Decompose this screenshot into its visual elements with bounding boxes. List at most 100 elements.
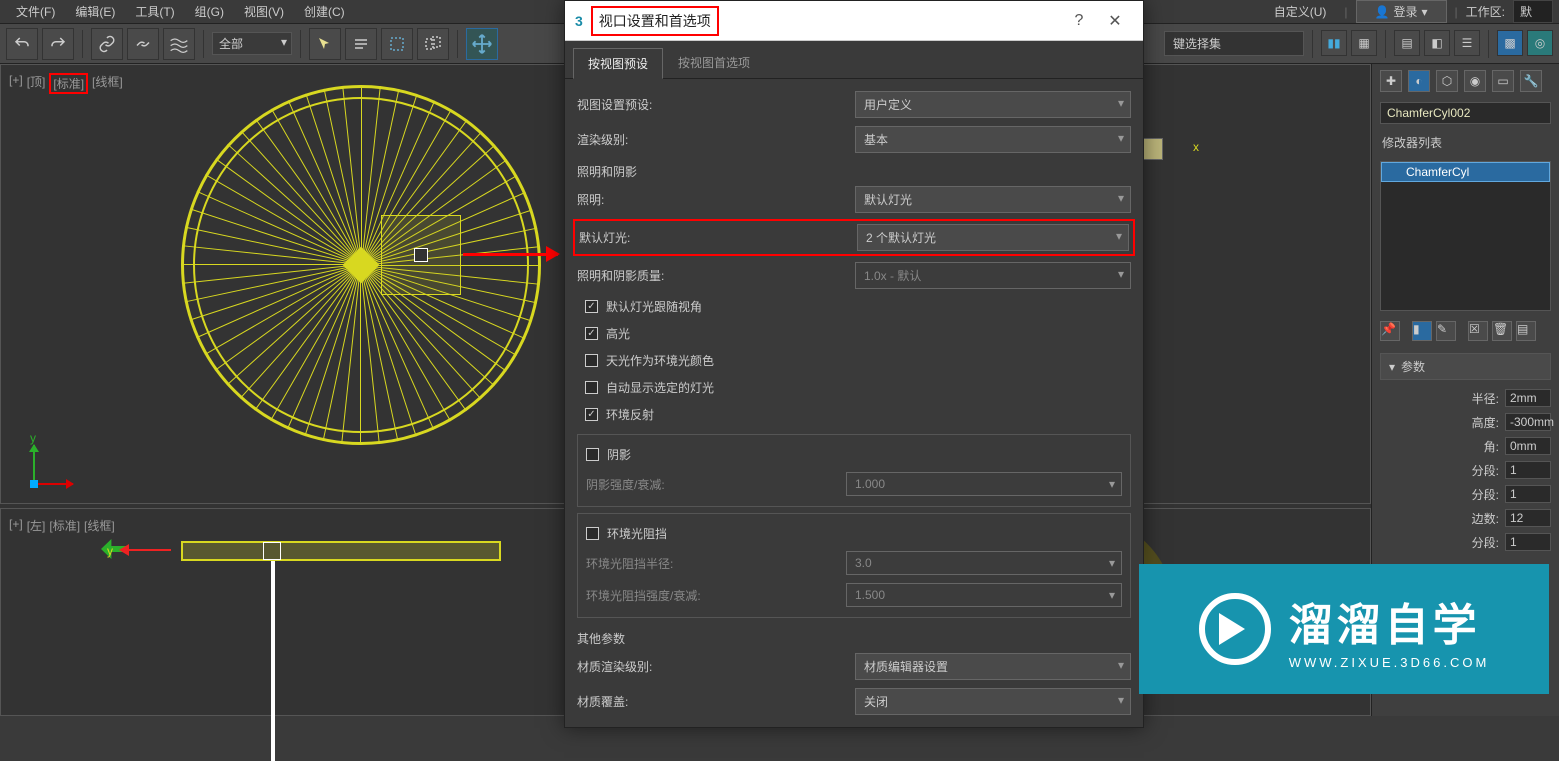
select-mat-render[interactable]: 材质编辑器设置: [855, 653, 1131, 680]
layer-manager-button[interactable]: ☰: [1454, 30, 1480, 56]
menu-divider: |: [1344, 5, 1347, 19]
material-editor-button[interactable]: ◧: [1424, 30, 1450, 56]
rollout-params-body: 半径:2mm 高度:-300mm 角:0mm 分段:1 分段:1 边数:12 分…: [1372, 380, 1559, 560]
window-crossing-button[interactable]: [417, 28, 449, 60]
toolbar-sep-3: [300, 30, 301, 58]
menu-tools[interactable]: 工具(T): [125, 0, 184, 23]
vp-left-wire[interactable]: [线框]: [84, 517, 115, 534]
curve-editor-button[interactable]: ▦: [1351, 30, 1377, 56]
checkbox-ao[interactable]: [586, 527, 599, 540]
render-frame-button[interactable]: ◎: [1527, 30, 1553, 56]
rect-select-button[interactable]: [381, 28, 413, 60]
modifier-stack[interactable]: ChamferCyl: [1380, 161, 1551, 311]
create-tab-icon[interactable]: ✚: [1380, 70, 1402, 92]
viewport-top-label[interactable]: [+] [顶] [标准] [线框]: [9, 73, 123, 94]
selection-filter-dropdown[interactable]: 全部: [212, 32, 292, 55]
select-ao-radius[interactable]: 3.0: [846, 551, 1122, 575]
param-height-value[interactable]: -300mm: [1505, 413, 1551, 431]
bind-spacewarp-button[interactable]: [163, 28, 195, 60]
vp-left-view[interactable]: [左]: [27, 517, 46, 534]
param-seg3-value[interactable]: 1: [1505, 533, 1551, 551]
workspace-value[interactable]: 默: [1513, 0, 1553, 23]
redo-button[interactable]: [42, 28, 74, 60]
modify-tab-icon[interactable]: ◐: [1408, 70, 1430, 92]
dialog-help-button[interactable]: ?: [1061, 12, 1097, 30]
show-end-result-icon[interactable]: ▮: [1412, 321, 1432, 341]
display-tab-icon[interactable]: ▭: [1492, 70, 1514, 92]
pin-stack-icon[interactable]: 📌: [1380, 321, 1400, 341]
vp-top-shading[interactable]: [标准]: [49, 73, 88, 94]
utilities-tab-icon[interactable]: 🔧: [1520, 70, 1542, 92]
named-selection-set-dropdown[interactable]: 键选择集: [1164, 31, 1304, 56]
checkbox-shadows[interactable]: [586, 448, 599, 461]
vp-top-plus[interactable]: [+]: [9, 73, 23, 94]
unlink-button[interactable]: [127, 28, 159, 60]
schematic-view-button[interactable]: ▤: [1394, 30, 1420, 56]
checkbox-autoshow-lights[interactable]: [585, 381, 598, 394]
checkbox-env-reflection[interactable]: [585, 408, 598, 421]
make-unique-icon[interactable]: ✎: [1436, 321, 1456, 341]
dialog-body: 视图设置预设: 用户定义 渲染级别: 基本 照明和阴影 照明: 默认灯光 默认灯…: [565, 79, 1143, 727]
modifier-list-label[interactable]: 修改器列表: [1372, 128, 1559, 157]
select-ao-intensity[interactable]: 1.500: [846, 583, 1122, 607]
select-shadow-intensity[interactable]: 1.000: [846, 472, 1122, 496]
select-object-button[interactable]: [309, 28, 341, 60]
toolbar-sep-r2: [1385, 30, 1386, 58]
configure-sets-icon[interactable]: ▤: [1516, 321, 1536, 341]
dialog-titlebar[interactable]: 3 视口设置和首选项 ? ✕: [565, 1, 1143, 41]
link-button[interactable]: [91, 28, 123, 60]
param-fillet-value[interactable]: 0mm: [1505, 437, 1551, 455]
selection-gizmo-box[interactable]: [381, 215, 461, 295]
tab-view-preset[interactable]: 按视图预设: [573, 48, 663, 79]
param-height-label: 高度:: [1472, 414, 1499, 431]
select-lighting[interactable]: 默认灯光: [855, 186, 1131, 213]
object-name-field[interactable]: ChamferCyl002: [1380, 102, 1551, 124]
label-default-lights: 默认灯光:: [579, 229, 849, 246]
motion-tab-icon[interactable]: ◉: [1464, 70, 1486, 92]
move-tool-button[interactable]: [466, 28, 498, 60]
checkbox-skylight[interactable]: [585, 354, 598, 367]
wheel-object[interactable]: [181, 85, 541, 445]
hierarchy-tab-icon[interactable]: ⬡: [1436, 70, 1458, 92]
rollout-params-header[interactable]: ▾ 参数: [1380, 353, 1551, 380]
post-object[interactable]: [271, 561, 275, 761]
checkbox-follow-view[interactable]: [585, 300, 598, 313]
param-seg1-value[interactable]: 1: [1505, 461, 1551, 479]
param-radius-value[interactable]: 2mm: [1505, 389, 1551, 407]
select-mat-override[interactable]: 关闭: [855, 688, 1131, 715]
select-render-level[interactable]: 基本: [855, 126, 1131, 153]
toggle-ribbon-button[interactable]: ▮▮: [1321, 30, 1347, 56]
side-wheel-object[interactable]: [181, 541, 501, 561]
modifier-stack-item[interactable]: ChamferCyl: [1381, 162, 1550, 182]
param-sides-value[interactable]: 12: [1505, 509, 1551, 527]
undo-button[interactable]: [6, 28, 38, 60]
viewport-left-label[interactable]: [+] [左] [标准] [线框]: [9, 517, 115, 534]
select-light-quality[interactable]: 1.0x - 默认: [855, 262, 1131, 289]
menu-create[interactable]: 创建(C): [294, 0, 355, 23]
vp-top-wire[interactable]: [线框]: [92, 73, 123, 94]
tab-view-prefs[interactable]: 按视图首选项: [663, 47, 765, 78]
menu-file[interactable]: 文件(F): [6, 0, 65, 23]
menu-views[interactable]: 视图(V): [234, 0, 294, 23]
menu-edit[interactable]: 编辑(E): [65, 0, 125, 23]
rollout-toggle-icon: ▾: [1389, 360, 1395, 374]
menu-group[interactable]: 组(G): [185, 0, 234, 23]
dialog-close-button[interactable]: ✕: [1097, 11, 1133, 31]
select-view-preset[interactable]: 用户定义: [855, 91, 1131, 118]
checkbox-highlights[interactable]: [585, 327, 598, 340]
label-chk-follow: 默认灯光跟随视角: [606, 298, 702, 315]
remove-modifier-icon[interactable]: ☒: [1468, 321, 1488, 341]
trash-icon[interactable]: 🗑: [1492, 321, 1512, 341]
param-seg2-label: 分段:: [1472, 486, 1499, 503]
select-by-name-button[interactable]: [345, 28, 377, 60]
app-3-icon: 3: [575, 13, 583, 29]
vp-left-plus[interactable]: [+]: [9, 517, 23, 534]
login-button[interactable]: 👤 登录 ▾: [1356, 0, 1447, 23]
param-seg2-value[interactable]: 1: [1505, 485, 1551, 503]
vp-left-shading[interactable]: [标准]: [49, 517, 80, 534]
menu-customize[interactable]: 自定义(U): [1264, 0, 1337, 23]
vp-top-view[interactable]: [顶]: [27, 73, 46, 94]
render-setup-button[interactable]: ▩: [1497, 30, 1523, 56]
select-default-lights[interactable]: 2 个默认灯光: [857, 224, 1129, 251]
gizmo-x-axis-icon[interactable]: [121, 549, 171, 551]
